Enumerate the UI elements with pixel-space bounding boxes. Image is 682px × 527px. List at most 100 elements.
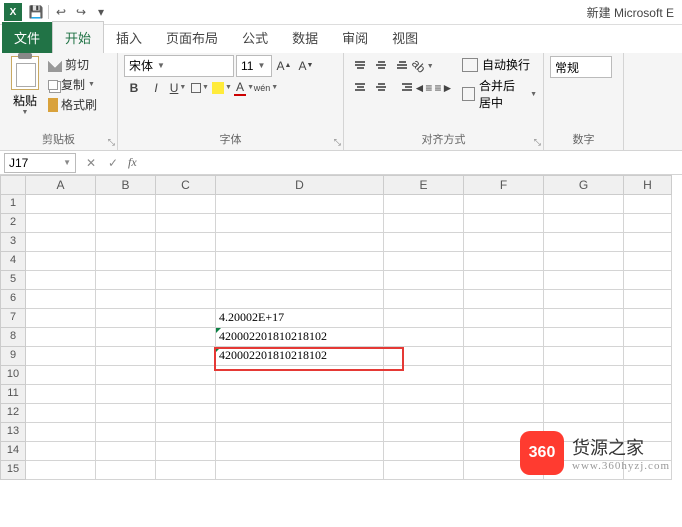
cell-H2[interactable]	[624, 214, 672, 233]
cell-F2[interactable]	[464, 214, 544, 233]
enter-formula-button[interactable]: ✓	[102, 156, 124, 170]
cell-A6[interactable]	[26, 290, 96, 309]
col-header-H[interactable]: H	[624, 175, 672, 195]
cell-A15[interactable]	[26, 461, 96, 480]
cell-H3[interactable]	[624, 233, 672, 252]
row-header-6[interactable]: 6	[0, 290, 26, 309]
col-header-D[interactable]: D	[216, 175, 384, 195]
cell-A14[interactable]	[26, 442, 96, 461]
font-size-combo[interactable]: 11▼	[236, 55, 272, 77]
col-header-A[interactable]: A	[26, 175, 96, 195]
cell-D1[interactable]	[216, 195, 384, 214]
clipboard-expand[interactable]: ⤡	[108, 137, 115, 148]
cell-A7[interactable]	[26, 309, 96, 328]
cell-C14[interactable]	[156, 442, 216, 461]
cell-B5[interactable]	[96, 271, 156, 290]
wrap-text-button[interactable]: 自动换行	[462, 56, 537, 73]
align-middle-button[interactable]	[371, 56, 391, 74]
cell-C15[interactable]	[156, 461, 216, 480]
number-format-combo[interactable]: 常规	[550, 56, 612, 78]
cell-F7[interactable]	[464, 309, 544, 328]
cell-H6[interactable]	[624, 290, 672, 309]
cell-C8[interactable]	[156, 328, 216, 347]
cell-G10[interactable]	[544, 366, 624, 385]
row-header-1[interactable]: 1	[0, 195, 26, 214]
cell-D9[interactable]: 420002201810218102	[216, 347, 384, 366]
cell-B7[interactable]	[96, 309, 156, 328]
cell-C13[interactable]	[156, 423, 216, 442]
cell-F11[interactable]	[464, 385, 544, 404]
cell-A11[interactable]	[26, 385, 96, 404]
cell-D10[interactable]	[216, 366, 384, 385]
qat-undo[interactable]: ↩	[51, 2, 71, 22]
format-painter-button[interactable]: 格式刷	[48, 96, 97, 113]
cell-C4[interactable]	[156, 252, 216, 271]
cell-C12[interactable]	[156, 404, 216, 423]
cell-D8[interactable]: 420002201810218102	[216, 328, 384, 347]
cell-G11[interactable]	[544, 385, 624, 404]
cell-F6[interactable]	[464, 290, 544, 309]
cell-H10[interactable]	[624, 366, 672, 385]
cell-C7[interactable]	[156, 309, 216, 328]
border-button[interactable]: ▼	[190, 78, 210, 98]
cell-B12[interactable]	[96, 404, 156, 423]
cell-B3[interactable]	[96, 233, 156, 252]
qat-save[interactable]: 💾	[26, 2, 46, 22]
copy-button[interactable]: 复制▼	[48, 76, 97, 93]
cell-G7[interactable]	[544, 309, 624, 328]
row-header-13[interactable]: 13	[0, 423, 26, 442]
tab-review[interactable]: 审阅	[330, 22, 380, 53]
cell-D11[interactable]	[216, 385, 384, 404]
cell-E10[interactable]	[384, 366, 464, 385]
cell-H7[interactable]	[624, 309, 672, 328]
cell-F1[interactable]	[464, 195, 544, 214]
cell-G3[interactable]	[544, 233, 624, 252]
cancel-formula-button[interactable]: ✕	[80, 156, 102, 170]
cell-G8[interactable]	[544, 328, 624, 347]
row-header-5[interactable]: 5	[0, 271, 26, 290]
cell-D4[interactable]	[216, 252, 384, 271]
row-header-10[interactable]: 10	[0, 366, 26, 385]
cell-B15[interactable]	[96, 461, 156, 480]
cell-H5[interactable]	[624, 271, 672, 290]
cell-H12[interactable]	[624, 404, 672, 423]
fx-icon[interactable]: fx	[128, 155, 137, 170]
cell-B14[interactable]	[96, 442, 156, 461]
cell-C11[interactable]	[156, 385, 216, 404]
align-center-button[interactable]	[371, 78, 391, 96]
col-header-F[interactable]: F	[464, 175, 544, 195]
cell-F4[interactable]	[464, 252, 544, 271]
cell-E6[interactable]	[384, 290, 464, 309]
cell-B2[interactable]	[96, 214, 156, 233]
cell-B10[interactable]	[96, 366, 156, 385]
row-header-9[interactable]: 9	[0, 347, 26, 366]
cell-D6[interactable]	[216, 290, 384, 309]
align-top-button[interactable]	[350, 56, 370, 74]
cell-E5[interactable]	[384, 271, 464, 290]
cell-E13[interactable]	[384, 423, 464, 442]
col-header-C[interactable]: C	[156, 175, 216, 195]
cell-A1[interactable]	[26, 195, 96, 214]
cell-A4[interactable]	[26, 252, 96, 271]
col-header-G[interactable]: G	[544, 175, 624, 195]
cell-A5[interactable]	[26, 271, 96, 290]
cell-G4[interactable]	[544, 252, 624, 271]
merge-center-button[interactable]: 合并后居中▼	[462, 77, 537, 111]
alignment-expand[interactable]: ⤡	[534, 137, 541, 148]
grow-font-button[interactable]: A▲	[274, 56, 294, 76]
font-name-combo[interactable]: 宋体▼	[124, 55, 234, 77]
indent-increase-button[interactable]: ≡►	[434, 78, 454, 98]
cell-G9[interactable]	[544, 347, 624, 366]
align-left-button[interactable]	[350, 78, 370, 96]
cell-D15[interactable]	[216, 461, 384, 480]
cell-F8[interactable]	[464, 328, 544, 347]
cell-D3[interactable]	[216, 233, 384, 252]
row-header-8[interactable]: 8	[0, 328, 26, 347]
italic-button[interactable]: I	[146, 78, 166, 98]
cell-B6[interactable]	[96, 290, 156, 309]
cell-F3[interactable]	[464, 233, 544, 252]
cell-A13[interactable]	[26, 423, 96, 442]
cell-C5[interactable]	[156, 271, 216, 290]
row-header-2[interactable]: 2	[0, 214, 26, 233]
cell-H11[interactable]	[624, 385, 672, 404]
